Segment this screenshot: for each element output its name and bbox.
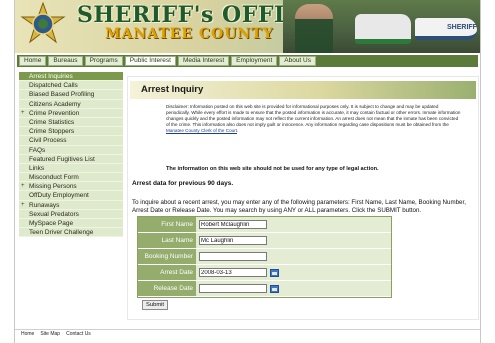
sidebar-item[interactable]: FAQs — [19, 145, 123, 155]
main-content: Arrest Inquiry Disclaimer: Information p… — [127, 76, 479, 320]
first-name-input[interactable] — [199, 220, 267, 229]
sidebar-item[interactable]: MySpace Page — [19, 219, 123, 229]
booking-number-cell — [196, 249, 391, 264]
calendar-icon[interactable] — [270, 268, 279, 277]
sidebar-menu: Arrest Inquiries Dispatched Calls Biased B… — [19, 72, 123, 238]
sidebar-item-label: Missing Persons — [29, 183, 77, 191]
sidebar-item[interactable]: OffDuty Employment — [19, 191, 123, 201]
booking-number-label: Booking Number — [138, 249, 196, 264]
data-period-note: Arrest data for previous 90 days. — [132, 180, 234, 187]
footer-link-site-map[interactable]: Site Map — [40, 330, 60, 338]
sidebar-item-label: Biased Based Profiling — [29, 91, 95, 99]
sidebar-item-label: FAQs — [29, 146, 46, 154]
arrest-date-row: Arrest Date — [138, 265, 391, 281]
release-date-input[interactable] — [199, 284, 267, 293]
sidebar-item[interactable]: Arrest Inquiries — [19, 72, 123, 82]
sidebar-item-label: Runaways — [29, 201, 60, 209]
site-footer: Home Site Map Contact Us — [15, 329, 480, 338]
sidebar-item[interactable]: Citizens Academy — [19, 99, 123, 109]
footer-link-contact-us[interactable]: Contact Us — [66, 330, 91, 338]
sidebar-item-label: Crime Prevention — [29, 109, 80, 117]
nav-tab-media-interest[interactable]: Media Interest — [177, 56, 230, 66]
calendar-icon[interactable] — [270, 284, 279, 293]
arrest-date-cell — [196, 265, 391, 280]
last-name-row: Last Name — [138, 233, 391, 249]
main-nav: Home Bureaus Programs Public Interest Me… — [17, 55, 478, 67]
nav-tab-home[interactable]: Home — [19, 56, 47, 66]
release-date-cell — [196, 281, 391, 296]
search-instructions: To inquire about a recent arrest, you ma… — [132, 199, 466, 214]
disclaimer-end: . — [236, 128, 239, 133]
arrest-search-form: First Name Last Name Booking Number Arre… — [137, 216, 392, 298]
sidebar-item-label: Civil Process — [29, 137, 67, 145]
arrest-date-input[interactable] — [199, 268, 267, 277]
sidebar-item-label: Crime Statistics — [29, 118, 75, 126]
patrol-vehicle-photo — [355, 14, 411, 44]
sidebar-item-label: Sexual Predators — [29, 210, 79, 218]
booking-number-input[interactable] — [199, 252, 267, 261]
release-date-row: Release Date — [138, 281, 391, 297]
sidebar-item[interactable]: Links — [19, 163, 123, 174]
sidebar-item[interactable]: Crime Statistics — [19, 117, 123, 128]
expand-plus-icon[interactable]: + — [21, 201, 25, 210]
last-name-cell — [196, 233, 391, 248]
sidebar-item-label: Crime Stoppers — [29, 128, 75, 136]
expand-plus-icon[interactable]: + — [21, 182, 25, 191]
site-header: SHERIFF's OFFICE MANATEE COUNTY SHERIFF — [15, 0, 480, 53]
sidebar-item-label: Dispatched Calls — [29, 82, 78, 90]
page-title: Arrest Inquiry — [130, 81, 476, 99]
expand-plus-icon[interactable]: + — [21, 109, 25, 118]
sidebar-item[interactable]: Civil Process — [19, 136, 123, 146]
release-date-label: Release Date — [138, 281, 196, 296]
last-name-input[interactable] — [199, 236, 267, 245]
arrest-date-label: Arrest Date — [138, 265, 196, 280]
sidebar-item-label: MySpace Page — [29, 220, 74, 227]
sidebar-item-label: Teen Driver Challenge — [29, 229, 94, 237]
boat-label: SHERIFF — [447, 24, 477, 31]
sidebar-item[interactable]: Teen Driver Challenge — [19, 228, 123, 238]
sheriff-badge-icon — [20, 2, 66, 44]
sidebar-item[interactable]: + Missing Persons — [19, 182, 123, 192]
sidebar-item-label: Featured Fugitives List — [29, 155, 95, 163]
nav-tab-bureaus[interactable]: Bureaus — [48, 56, 83, 66]
sidebar-item[interactable]: + Crime Prevention — [19, 108, 123, 118]
sidebar-item[interactable]: Crime Stoppers — [19, 127, 123, 137]
nav-tab-public-interest[interactable]: Public Interest — [124, 56, 176, 66]
disclaimer-body: Disclaimer: Information posted on this w… — [166, 104, 461, 127]
first-name-row: First Name — [138, 217, 391, 233]
sidebar-item-label: Links — [29, 164, 45, 172]
sidebar-item-label: Arrest Inquiries — [29, 73, 73, 80]
page-frame: SHERIFF's OFFICE MANATEE COUNTY SHERIFF … — [14, 0, 481, 343]
sidebar-item[interactable]: Misconduct Form — [19, 173, 123, 183]
booking-number-row: Booking Number — [138, 249, 391, 265]
last-name-label: Last Name — [138, 233, 196, 248]
first-name-label: First Name — [138, 217, 196, 232]
site-subtitle: MANATEE COUNTY — [105, 26, 274, 42]
submit-button[interactable]: Submit — [142, 300, 169, 310]
sidebar-item-label: OffDuty Employment — [29, 192, 89, 200]
sidebar-item[interactable]: Featured Fugitives List — [19, 154, 123, 164]
officer-photo — [295, 4, 333, 53]
sidebar-item[interactable]: Dispatched Calls — [19, 81, 123, 91]
disclaimer-text: Disclaimer: Information posted on this w… — [166, 104, 462, 134]
first-name-cell — [196, 217, 391, 232]
sidebar-item-label: Misconduct Form — [29, 174, 79, 182]
sidebar-item[interactable]: Biased Based Profiling — [19, 90, 123, 100]
footer-link-home[interactable]: Home — [21, 330, 34, 338]
nav-tab-about-us[interactable]: About Us — [279, 56, 316, 66]
legal-warning: The information on this web site should … — [166, 166, 379, 172]
nav-tab-programs[interactable]: Programs — [84, 56, 123, 66]
sidebar-item-label: Citizens Academy — [29, 100, 81, 108]
sidebar-item[interactable]: Sexual Predators — [19, 209, 123, 219]
nav-tab-employment[interactable]: Employment — [231, 56, 278, 66]
clerk-of-court-link[interactable]: Manatee County Clerk of the Court — [166, 128, 237, 133]
sidebar-item[interactable]: + Runaways — [19, 200, 123, 210]
